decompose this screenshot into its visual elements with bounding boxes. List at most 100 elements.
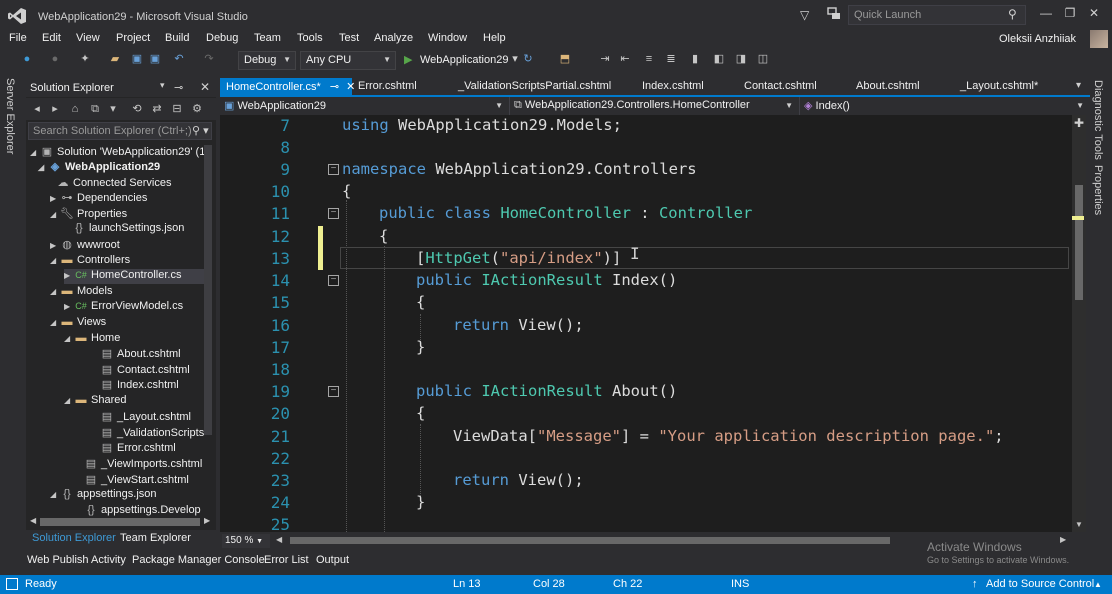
run-icon[interactable]: ▶ [404,53,412,66]
tab-overflow-icon[interactable]: ▾ [1076,80,1081,91]
tree-item-viewimports[interactable]: ▤ _ViewImports.cshtml [84,457,202,472]
tree-item-validationscripts[interactable]: ▤ _ValidationScripts [100,426,204,441]
panel-menu-chevron-icon[interactable]: ▾ [160,80,165,91]
tab-homecontroller[interactable]: HomeController.cs* ⊸ ✕ [220,78,355,95]
pin-icon[interactable]: ⊸ [330,81,339,93]
menu-help[interactable]: Help [483,32,506,44]
avatar[interactable] [1090,30,1108,48]
tree-item-homecontroller[interactable]: ▶ C# HomeController.cs [64,269,204,284]
bookmark-prev-icon[interactable]: ◧ [712,52,726,66]
menu-edit[interactable]: Edit [42,32,61,44]
menu-view[interactable]: View [76,32,100,44]
tab-error[interactable]: Error.cshtml [352,78,423,95]
solution-explorer-horizontal-scrollbar[interactable] [40,518,200,526]
collapse-region-icon[interactable]: − [328,386,339,397]
navigate-back-icon[interactable]: ● [20,52,34,66]
solution-explorer-vertical-scrollbar[interactable] [204,145,212,435]
tree-item-wwwroot[interactable]: ▶ ◍ wwwroot [50,238,120,253]
editor-vertical-scrollbar[interactable] [1072,115,1086,532]
search-icon[interactable]: ⚲ ▾ [192,124,209,137]
diagnostic-tools-tab[interactable]: Diagnostic Tools [1092,80,1104,160]
bookmark-icon[interactable]: ▮ [688,52,702,66]
sync-with-document-icon[interactable]: ⇄ [150,102,164,116]
split-editor-icon[interactable]: ✚ [1074,116,1084,130]
feedback-icon[interactable] [827,7,841,21]
tree-item-views[interactable]: ◢ ▬ Views [50,316,106,331]
tab-about[interactable]: About.cshtml [850,78,926,95]
close-icon[interactable]: ✕ [200,80,210,94]
class-dropdown[interactable]: ⧉ WebApplication29.Controllers.HomeContr… [510,97,800,115]
menu-build[interactable]: Build [165,32,189,44]
step-into-icon[interactable]: ⇥ [598,52,612,66]
tab-contact[interactable]: Contact.cshtml [738,78,823,95]
tab-layout[interactable]: _Layout.cshtml* [954,78,1044,95]
tree-item-launchsettings[interactable]: {} launchSettings.json [72,222,184,237]
tab-error-list[interactable]: Error List [264,554,309,566]
chevron-up-icon[interactable]: ▲ [1094,580,1102,589]
scroll-right-icon[interactable]: ▶ [1060,535,1066,544]
editor-vertical-scroll-thumb[interactable] [1075,185,1083,300]
uncomment-icon[interactable]: ≣ [664,52,678,66]
tree-item-shared-folder[interactable]: ◢ ▬ Shared [64,394,126,409]
tab-index[interactable]: Index.cshtml [636,78,710,95]
step-over-icon[interactable]: ⇤ [618,52,632,66]
switch-views-icon[interactable]: ⧉ [88,102,102,116]
tab-solution-explorer[interactable]: Solution Explorer [32,532,116,544]
collapse-all-icon[interactable]: ⊟ [170,102,184,116]
start-debugging-button[interactable]: WebApplication29 [420,54,508,66]
collapse-region-icon[interactable]: − [328,275,339,286]
tree-item-dependencies[interactable]: ▶ ⊶ Dependencies [50,191,147,206]
tree-item-connected-services[interactable]: ☁ Connected Services [56,176,172,191]
find-in-files-icon[interactable]: ⬒ [558,52,572,66]
tree-item-contact[interactable]: ▤ Contact.cshtml [100,363,190,378]
tree-item-appsettings[interactable]: ◢ {} appsettings.json [50,488,157,503]
tab-output[interactable]: Output [316,554,349,566]
undo-icon[interactable]: ↶ [172,52,186,66]
member-dropdown[interactable]: ◈ Index() ▼ [800,97,1090,115]
tree-item-layout[interactable]: ▤ _Layout.cshtml [100,410,191,425]
tree-item-home-folder[interactable]: ◢ ▬ Home [64,332,120,347]
menu-window[interactable]: Window [428,32,467,44]
pin-icon[interactable]: ⊸ [174,81,183,94]
tab-team-explorer[interactable]: Team Explorer [120,532,191,544]
tree-item-controllers[interactable]: ◢ ▬ Controllers [50,254,130,269]
up-arrow-icon[interactable]: ↑ [972,578,978,590]
minimize-button[interactable]: — [1034,6,1058,24]
solution-platform-select[interactable]: Any CPU ▼ [300,51,396,70]
tab-web-publish-activity[interactable]: Web Publish Activity [27,554,126,566]
pending-changes-filter-icon[interactable]: ⟲ [130,102,144,116]
tree-item-error[interactable]: ▤ Error.cshtml [100,441,176,456]
bookmark-next-icon[interactable]: ◨ [734,52,748,66]
properties-icon[interactable]: ⚙ [190,102,204,116]
refresh-icon[interactable]: ↻ [521,52,535,66]
scroll-left-icon[interactable]: ◀ [276,535,282,544]
tree-item-index[interactable]: ▤ Index.cshtml [100,378,179,393]
menu-test[interactable]: Test [339,32,359,44]
solution-configuration-select[interactable]: Debug ▼ [238,51,296,70]
save-all-icon[interactable]: ▣ [148,52,162,66]
properties-tab[interactable]: Properties [1092,165,1104,215]
menu-analyze[interactable]: Analyze [374,32,413,44]
tree-item-models[interactable]: ◢ ▬ Models [50,285,112,300]
tree-item-appsettings-development[interactable]: {} appsettings.Develop [84,504,200,519]
tree-item-project[interactable]: ◢ ◈ WebApplication29 [38,160,160,175]
redo-icon[interactable]: ↷ [202,52,216,66]
menu-team[interactable]: Team [254,32,281,44]
server-explorer-tab[interactable]: Server Explorer [4,78,16,154]
user-account-name[interactable]: Oleksii Anzhiiak [999,33,1076,45]
tab-package-manager-console[interactable]: Package Manager Console [132,554,265,566]
run-dropdown-icon[interactable]: ▾ [508,52,522,66]
menu-tools[interactable]: Tools [297,32,323,44]
tree-item-properties[interactable]: ◢ 🔧︎ Properties [50,207,127,222]
menu-debug[interactable]: Debug [206,32,238,44]
open-file-icon[interactable]: ▰ [108,52,122,66]
save-icon[interactable]: ▣ [130,52,144,66]
bookmark-clear-icon[interactable]: ◫ [756,52,770,66]
project-dropdown[interactable]: ▣ WebApplication29 ▼ [220,97,510,115]
back-icon[interactable]: ◂ [30,102,44,116]
search-icon[interactable]: ⚲ [1008,7,1017,21]
add-to-source-control-button[interactable]: Add to Source Control [986,578,1094,590]
quick-launch-input[interactable]: Quick Launch [848,5,1026,25]
tree-item-solution[interactable]: ◢ ▣ Solution 'WebApplication29' (1 [30,145,205,160]
zoom-level-select[interactable]: 150 % ▼ [222,534,270,548]
